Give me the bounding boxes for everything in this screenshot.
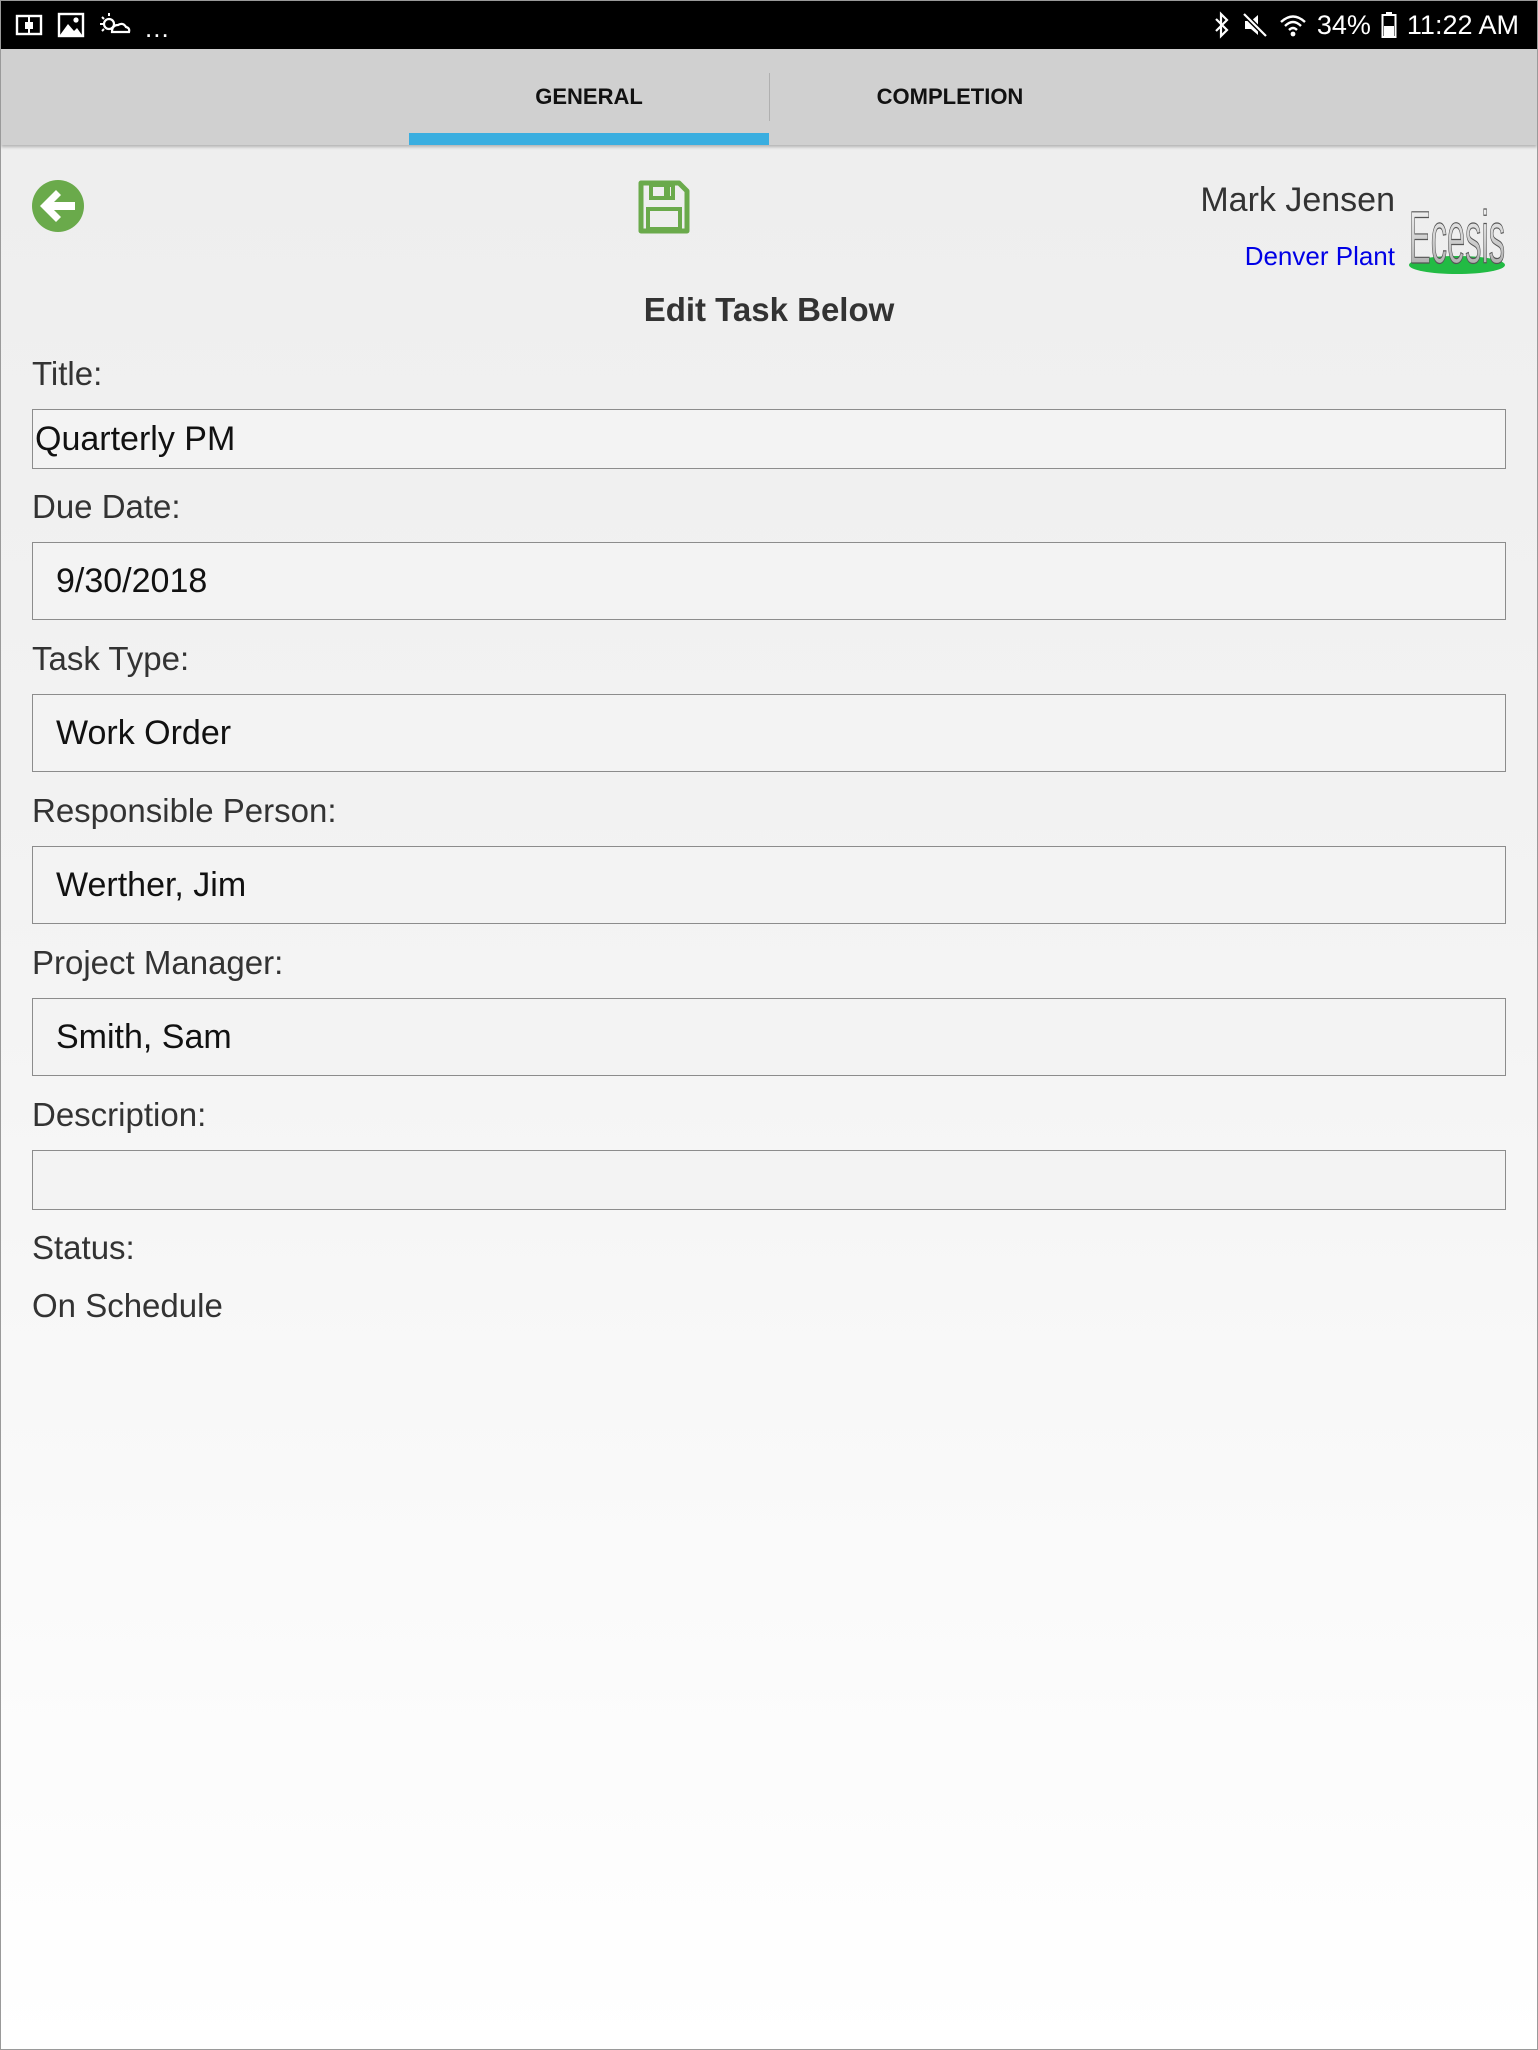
task-type-field[interactable]: Work Order bbox=[32, 694, 1506, 772]
project-manager-field[interactable]: Smith, Sam bbox=[32, 998, 1506, 1076]
task-type-label: Task Type: bbox=[32, 640, 190, 677]
due-date-label: Due Date: bbox=[32, 488, 181, 525]
more-notifications: ... bbox=[145, 13, 170, 43]
title-input[interactable]: Quarterly PM bbox=[32, 409, 1506, 469]
status-bar: ... 34% 11:22 AM bbox=[1, 1, 1537, 49]
reader-icon bbox=[15, 14, 43, 36]
tab-general[interactable]: GENERAL bbox=[409, 49, 769, 145]
page-heading: Edit Task Below bbox=[643, 291, 895, 328]
active-tab-indicator bbox=[409, 133, 769, 145]
gallery-icon bbox=[57, 12, 85, 38]
title-label: Title: bbox=[32, 355, 103, 392]
save-button[interactable] bbox=[637, 179, 691, 235]
status-label: Status: bbox=[32, 1229, 135, 1266]
floppy-disk-icon bbox=[638, 180, 690, 234]
arrow-left-icon bbox=[32, 180, 84, 232]
logo-text: Ecesis bbox=[1409, 196, 1505, 275]
user-name: Mark Jensen bbox=[1200, 181, 1395, 219]
bluetooth-icon bbox=[1215, 11, 1229, 39]
responsible-person-label: Responsible Person: bbox=[32, 792, 337, 829]
weather-icon bbox=[100, 13, 131, 34]
system-indicators: 34% 11:22 AM bbox=[1213, 9, 1519, 41]
status-value: On Schedule bbox=[32, 1287, 223, 1324]
back-button[interactable] bbox=[31, 179, 85, 233]
tab-completion[interactable]: COMPLETION bbox=[770, 49, 1130, 145]
project-manager-label: Project Manager: bbox=[32, 944, 284, 981]
app-frame: ... 34% 11:22 AM GENERAL COMPLETION Mark… bbox=[0, 0, 1538, 2050]
wifi-icon bbox=[1280, 15, 1306, 37]
battery-icon bbox=[1381, 12, 1397, 38]
description-label: Description: bbox=[32, 1096, 207, 1133]
battery-percent: 34% bbox=[1316, 9, 1371, 40]
plant-link[interactable]: Denver Plant bbox=[1245, 241, 1395, 272]
ecesis-logo: Ecesis bbox=[1407, 177, 1507, 279]
responsible-person-field[interactable]: Werther, Jim bbox=[32, 846, 1506, 924]
clock-time: 11:22 AM bbox=[1406, 9, 1519, 40]
due-date-field[interactable]: 9/30/2018 bbox=[32, 542, 1506, 620]
mute-icon bbox=[1242, 12, 1268, 38]
tab-bar: GENERAL COMPLETION bbox=[1, 49, 1537, 145]
notification-icons: ... bbox=[15, 11, 170, 43]
description-input[interactable] bbox=[32, 1150, 1506, 1210]
